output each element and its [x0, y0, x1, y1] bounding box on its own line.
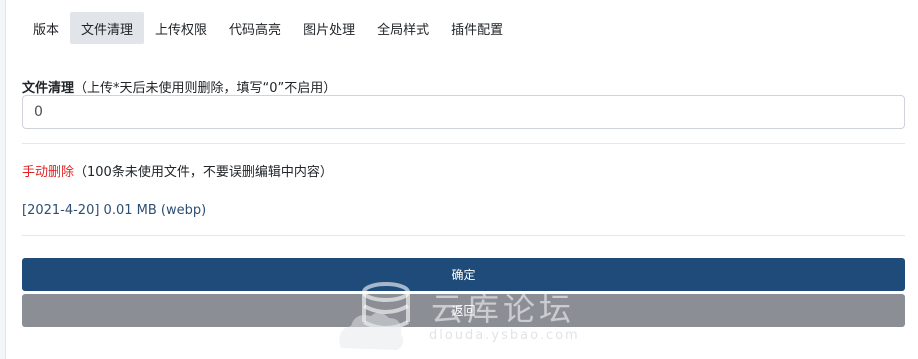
divider [22, 235, 905, 236]
file-cleanup-label: 文件清理（上传*天后未使用则删除，填写“0”不启用） [22, 77, 336, 96]
manual-delete-note: （100条未使用文件，不要误删编辑中内容） [74, 165, 333, 180]
file-cleanup-hint: （上传*天后未使用则删除，填写“0”不启用） [74, 81, 337, 96]
tab-global-style[interactable]: 全局样式 [366, 12, 440, 44]
tab-file-cleanup[interactable]: 文件清理 [70, 12, 145, 44]
file-cleanup-days-input[interactable] [22, 95, 905, 129]
tab-version[interactable]: 版本 [22, 12, 70, 44]
file-cleanup-title: 文件清理 [22, 81, 75, 96]
tab-upload-permission[interactable]: 上传权限 [144, 12, 218, 44]
settings-tabs: 版本 文件清理 上传权限 代码高亮 图片处理 全局样式 插件配置 [22, 12, 514, 44]
confirm-button[interactable]: 确定 [22, 258, 905, 291]
tab-code-highlight[interactable]: 代码高亮 [218, 12, 292, 44]
manual-delete-link[interactable]: 手动删除 [22, 165, 74, 180]
divider [22, 143, 905, 144]
tab-plugin-config[interactable]: 插件配置 [440, 12, 514, 44]
watermark-subtitle: dlouda.ysbao.com [429, 328, 580, 343]
tab-image-processing[interactable]: 图片处理 [292, 12, 366, 44]
file-list-item[interactable]: [2021-4-20] 0.01 MB (webp) [22, 203, 206, 218]
back-button[interactable]: 返回 [22, 294, 905, 327]
settings-panel: 版本 文件清理 上传权限 代码高亮 图片处理 全局样式 插件配置 文件清理（上传… [5, 0, 918, 359]
manual-delete-row: 手动删除（100条未使用文件，不要误删编辑中内容） [22, 161, 333, 180]
